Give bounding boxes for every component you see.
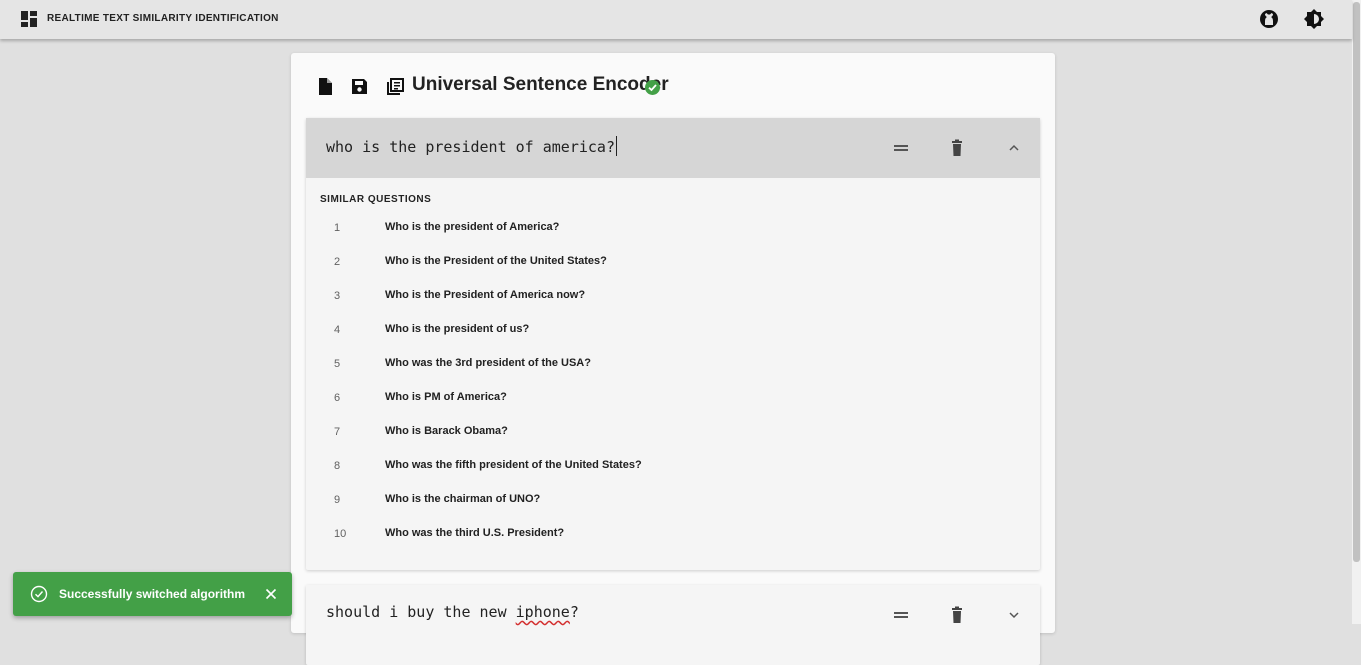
panel-header[interactable]: who is the president of america?: [306, 118, 1040, 178]
list-item[interactable]: 5 Who was the 3rd president of the USA?: [306, 352, 1040, 386]
brightness-icon[interactable]: [1303, 8, 1325, 30]
question-rank: 9: [334, 494, 341, 506]
save-icon[interactable]: [351, 78, 368, 95]
close-icon[interactable]: [263, 586, 279, 602]
dashboard-icon: [21, 11, 37, 27]
question-rank: 10: [334, 528, 347, 540]
main-card: Universal Sentence Encoder who is the pr…: [291, 53, 1055, 665]
question-rank: 2: [334, 256, 341, 268]
new-file-icon[interactable]: [317, 78, 334, 95]
query-text[interactable]: who is the president of america?: [326, 138, 615, 156]
question-text: Who is the president of us?: [385, 323, 530, 335]
delete-icon[interactable]: [948, 139, 966, 157]
query-input[interactable]: should i buy the new iphone?: [326, 603, 579, 621]
question-text: Who is PM of America?: [385, 391, 507, 403]
chevron-up-icon[interactable]: [1005, 139, 1023, 157]
delete-icon[interactable]: [948, 606, 966, 624]
snackbar-message: Successfully switched algorithm: [59, 587, 246, 601]
snackbar: Successfully switched algorithm: [13, 572, 292, 616]
text-cursor: [615, 136, 617, 156]
question-text: Who was the third U.S. President?: [385, 527, 565, 539]
question-rank: 5: [334, 358, 341, 370]
list-item[interactable]: 7 Who is Barack Obama?: [306, 420, 1040, 454]
list-item[interactable]: 10 Who was the third U.S. President?: [306, 522, 1040, 556]
drag-handle-icon[interactable]: [892, 606, 910, 624]
misspelled-word: iphone: [515, 603, 570, 621]
question-rank: 6: [334, 392, 341, 404]
question-rank: 4: [334, 324, 341, 336]
question-panel: who is the president of america? SIMILAR…: [306, 118, 1040, 570]
question-text: Who was the fifth president of the Unite…: [385, 459, 642, 471]
panel-header[interactable]: should i buy the new iphone?: [306, 585, 1040, 645]
similar-questions-heading: SIMILAR QUESTIONS: [320, 194, 432, 205]
question-text: Who was the 3rd president of the USA?: [385, 357, 591, 369]
app-bar: REALTIME TEXT SIMILARITY IDENTIFICATION: [0, 0, 1352, 39]
list-item[interactable]: 9 Who is the chairman of UNO?: [306, 488, 1040, 522]
question-text: Who is the chairman of UNO?: [385, 493, 541, 505]
query-input[interactable]: who is the president of america?: [326, 136, 617, 156]
question-text: Who is Barack Obama?: [385, 425, 508, 437]
list-item[interactable]: 8 Who was the fifth president of the Unit…: [306, 454, 1040, 488]
model-name: Universal Sentence Encoder: [412, 74, 669, 95]
check-circle-outline-icon: [30, 585, 48, 603]
check-circle-icon: [645, 80, 660, 95]
list-item[interactable]: 1 Who is the president of America?: [306, 216, 1040, 250]
drag-handle-icon[interactable]: [892, 139, 910, 157]
question-text: Who is the President of America now?: [385, 289, 586, 301]
similar-questions-list: 1 Who is the president of America? 2 Who i…: [306, 216, 1040, 556]
question-rank: 1: [334, 222, 341, 234]
question-rank: 7: [334, 426, 341, 438]
question-panel: should i buy the new iphone?: [306, 585, 1040, 665]
card-toolbar: Universal Sentence Encoder: [291, 53, 1055, 117]
question-text: Who is the president of America?: [385, 221, 560, 233]
github-icon[interactable]: [1258, 8, 1280, 30]
query-text-suffix: ?: [569, 603, 579, 621]
list-item[interactable]: 6 Who is PM of America?: [306, 386, 1040, 420]
question-rank: 8: [334, 460, 341, 472]
list-item[interactable]: 2 Who is the President of the United Stat…: [306, 250, 1040, 284]
question-rank: 3: [334, 290, 341, 302]
list-item[interactable]: 4 Who is the president of us?: [306, 318, 1040, 352]
app-title: REALTIME TEXT SIMILARITY IDENTIFICATION: [47, 13, 279, 24]
question-text: Who is the President of the United State…: [385, 255, 607, 267]
page-scrollbar[interactable]: [1352, 0, 1361, 624]
list-item[interactable]: 3 Who is the President of America now?: [306, 284, 1040, 318]
query-text-prefix: should i buy the new: [326, 603, 516, 621]
chevron-down-icon[interactable]: [1005, 606, 1023, 624]
library-icon[interactable]: [387, 78, 404, 95]
scroll-thumb[interactable]: [1353, 2, 1360, 562]
